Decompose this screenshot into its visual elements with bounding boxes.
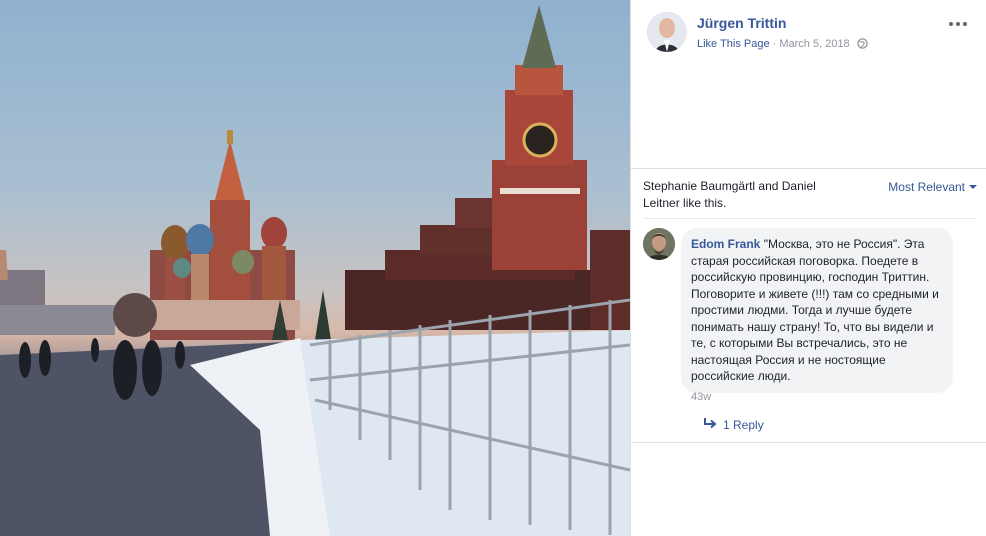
reply-count-label: 1 Reply bbox=[723, 417, 764, 432]
comment-text: "Москва, это не Россия". Эта старая росс… bbox=[691, 237, 939, 383]
comment-divider bbox=[631, 442, 986, 443]
globe-icon bbox=[857, 38, 868, 52]
likes-divider bbox=[643, 218, 977, 219]
more-options-icon[interactable] bbox=[947, 16, 969, 32]
post-date[interactable]: March 5, 2018 bbox=[779, 38, 849, 50]
caret-down-icon bbox=[969, 185, 977, 189]
sort-label: Most Relevant bbox=[888, 180, 965, 194]
comment-bubble: Edom Frank "Москва, это не Россия". Эта … bbox=[681, 228, 953, 393]
likes-text[interactable]: Stephanie Baumgärtl and Daniel Leitner l… bbox=[643, 178, 853, 212]
post-meta: Like This Page · March 5, 2018 bbox=[697, 38, 868, 52]
post-header: Jürgen Trittin Like This Page · March 5,… bbox=[647, 12, 973, 56]
header-divider bbox=[631, 168, 986, 169]
post-sidebar: Jürgen Trittin Like This Page · March 5,… bbox=[630, 0, 986, 536]
commenter-avatar[interactable] bbox=[643, 228, 675, 260]
reply-arrow-icon bbox=[703, 417, 717, 432]
red-square-photo bbox=[0, 5, 630, 536]
post-photo[interactable] bbox=[0, 0, 630, 536]
st-basils-cathedral bbox=[150, 130, 300, 340]
author-avatar[interactable] bbox=[647, 12, 687, 52]
post-author-link[interactable]: Jürgen Trittin bbox=[697, 15, 786, 31]
commenter-name[interactable]: Edom Frank bbox=[691, 237, 760, 251]
view-replies-link[interactable]: 1 Reply bbox=[703, 417, 764, 432]
kremlin-wall bbox=[345, 198, 630, 330]
like-page-link[interactable]: Like This Page bbox=[697, 38, 770, 50]
sort-comments-button[interactable]: Most Relevant bbox=[888, 180, 977, 194]
comment-timestamp[interactable]: 43w bbox=[691, 391, 711, 403]
meta-separator: · bbox=[769, 38, 780, 50]
spasskaya-tower bbox=[492, 5, 587, 270]
